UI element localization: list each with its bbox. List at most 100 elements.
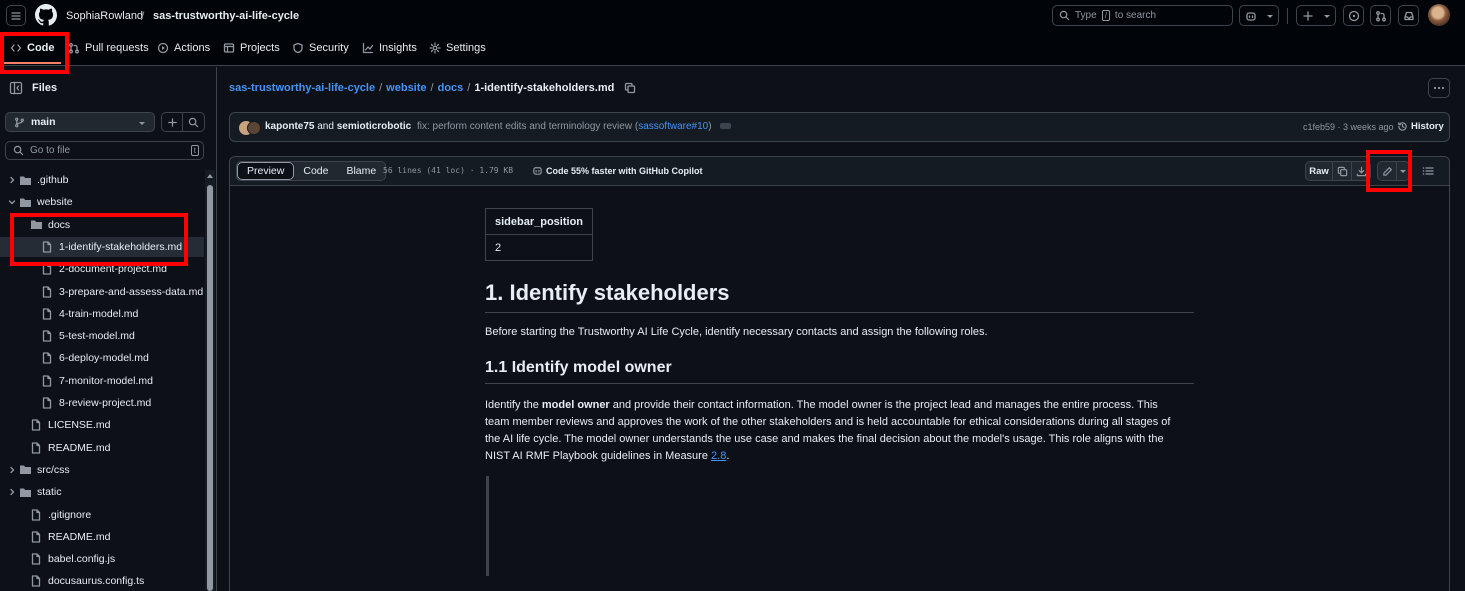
path-docs-link[interactable]: docs [438,82,464,94]
path-separator: / [430,82,434,94]
graph-icon [362,42,374,54]
search-files-button[interactable] [183,113,204,131]
blockquote-bar [486,476,489,576]
tree-item-label: static [37,486,62,499]
sidebar-collapse-icon [9,81,23,95]
paragraph-bold: model owner [541,399,610,411]
tree-item-label: .gitignore [48,508,92,521]
code-view-tab[interactable]: Code [294,162,338,180]
search-placeholder-prefix: Type [1075,10,1097,21]
tab-settings[interactable]: Settings [429,42,486,54]
tab-insights[interactable]: Insights [362,42,417,54]
path-repo-link[interactable]: sas-trustworthy-ai-life-cycle [229,82,375,94]
raw-button[interactable]: Raw [1305,161,1333,181]
tree-folder[interactable]: src/css [0,460,204,480]
sidebar-actions [161,112,205,132]
inbox-icon [1403,11,1414,20]
more-options-button[interactable] [1428,78,1450,98]
commit-expand-button[interactable] [720,123,732,130]
create-new-button[interactable] [1296,5,1336,26]
tab-label: Settings [446,42,486,54]
tree-file[interactable]: 7-monitor-model.md [0,371,204,391]
inbox-button[interactable] [1398,5,1419,26]
copilot-promo[interactable]: Code 55% faster with GitHub Copilot [532,165,703,176]
shield-icon [293,42,303,54]
tree-file[interactable]: 8-review-project.md [0,393,204,413]
intro-paragraph: Before starting the Trustworthy AI Life … [485,326,988,338]
tab-pull-requests[interactable]: Pull requests [68,42,149,54]
tab-security[interactable]: Security [292,42,349,54]
tree-file[interactable]: 4-train-model.md [0,304,204,324]
menu-button[interactable] [6,5,26,26]
blame-tab[interactable]: Blame [337,162,386,180]
git-pull-request-icon [69,43,79,54]
tree-file[interactable]: README.md [0,438,204,458]
copy-raw-button[interactable] [1332,161,1352,181]
tree-file[interactable]: 5-test-model.md [0,326,204,346]
header-divider [1287,8,1288,24]
chevron-right-icon [6,176,18,184]
tree-item-label: LICENSE.md [48,419,111,432]
tree-folder[interactable]: website [0,192,204,212]
tab-actions[interactable]: Actions [157,42,210,54]
git-pull-request-icon [1375,10,1386,21]
tab-label: Actions [174,42,211,54]
view-mode-tabs: Preview Code Blame [236,161,387,181]
download-icon [1356,166,1366,176]
files-title: Files [32,82,58,94]
tree-folder[interactable]: static [0,482,204,502]
tab-projects[interactable]: Projects [223,42,280,54]
tree-file[interactable]: babel.config.js [0,549,204,569]
copilot-promo-text: Code 55% faster with GitHub Copilot [546,165,703,176]
highlight-box-selected-file [10,213,188,266]
tree-item-label: 6-deploy-model.md [59,352,149,365]
go-to-file-input[interactable]: Go to file t [5,141,204,160]
avatar[interactable] [247,121,261,135]
highlight-box-edit-button [1366,150,1412,192]
add-file-button[interactable] [162,113,184,131]
go-to-file-placeholder: Go to file [30,145,71,156]
avatar[interactable] [1428,4,1450,26]
copilot-button[interactable] [1239,5,1279,26]
owner-link[interactable]: SophiaRowland [66,10,143,22]
github-logo-icon[interactable] [35,4,57,26]
gear-icon [429,42,441,54]
history-button[interactable]: History [1397,121,1444,132]
folder-open-icon [18,197,32,208]
tree-folder[interactable]: .github [0,170,204,190]
pull-requests-button[interactable] [1370,5,1391,26]
tree-item-label: docusaurus.config.ts [48,575,145,588]
tree-item-label: src/css [37,463,70,476]
file-icon [40,352,54,365]
measure-link[interactable]: 2.8 [711,450,726,462]
commit-pr-link[interactable]: sassoftware#10 [638,121,708,132]
repo-link[interactable]: sas-trustworthy-ai-life-cycle [153,10,299,22]
tree-file[interactable]: 6-deploy-model.md [0,348,204,368]
scroll-up-arrow-icon[interactable] [205,172,215,182]
tree-file[interactable]: 3-prepare-and-assess-data.md [0,282,204,302]
file-icon [29,531,43,543]
commit-sha-time[interactable]: c1feb59 · 3 weeks ago [1303,122,1394,132]
branch-selector[interactable]: main [5,112,155,132]
folder-icon [18,487,32,498]
copy-icon[interactable] [624,82,636,94]
commit-author-link[interactable]: kaponte75 [265,121,314,132]
sidebar-scrollbar-thumb[interactable] [207,185,213,591]
commit-author-link[interactable]: semioticrobotic [337,121,411,132]
commit-message[interactable]: fix: perform content edits and terminolo… [417,121,638,132]
copy-icon [1337,166,1347,176]
tree-file[interactable]: README.md [0,527,204,547]
path-website-link[interactable]: website [386,82,426,94]
copilot-icon [533,167,542,175]
issues-button[interactable] [1343,5,1364,26]
tree-file[interactable]: LICENSE.md [0,415,204,435]
tree-file[interactable]: .gitignore [0,505,204,525]
preview-tab[interactable]: Preview [237,162,295,180]
tree-item-label: README.md [48,530,111,543]
collapse-sidebar-button[interactable] [9,81,23,95]
outline-button[interactable] [1422,165,1434,177]
search-input[interactable]: Type / to search [1052,5,1233,26]
tree-item-label: .github [37,174,69,186]
tree-file[interactable]: docusaurus.config.ts [0,571,204,591]
folder-icon [18,464,32,475]
